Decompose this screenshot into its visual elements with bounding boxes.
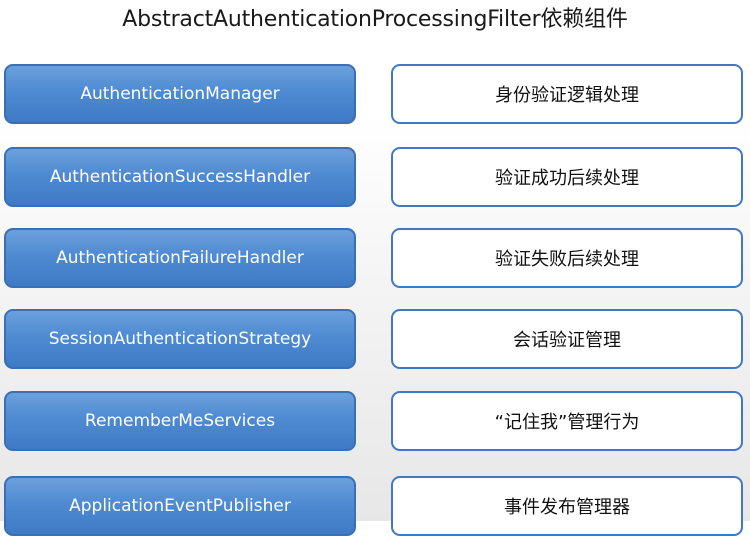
description-box: “记住我”管理行为 <box>391 391 743 451</box>
row-session-authentication-strategy: SessionAuthenticationStrategy 会话验证管理 <box>0 309 750 373</box>
description-box: 会话验证管理 <box>391 309 743 369</box>
component-box: RememberMeServices <box>4 391 356 451</box>
row-application-event-publisher: ApplicationEventPublisher 事件发布管理器 <box>0 476 750 540</box>
description-box: 验证成功后续处理 <box>391 147 743 207</box>
component-box: SessionAuthenticationStrategy <box>4 309 356 369</box>
description-box: 验证失败后续处理 <box>391 228 743 288</box>
component-box: AuthenticationFailureHandler <box>4 228 356 288</box>
row-authentication-manager: AuthenticationManager 身份验证逻辑处理 <box>0 64 750 128</box>
component-box: AuthenticationSuccessHandler <box>4 147 356 207</box>
row-remember-me-services: RememberMeServices “记住我”管理行为 <box>0 391 750 455</box>
row-authentication-success-handler: AuthenticationSuccessHandler 验证成功后续处理 <box>0 147 750 211</box>
component-box: ApplicationEventPublisher <box>4 476 356 536</box>
component-box: AuthenticationManager <box>4 64 356 124</box>
description-box: 身份验证逻辑处理 <box>391 64 743 124</box>
description-box: 事件发布管理器 <box>391 476 743 536</box>
row-authentication-failure-handler: AuthenticationFailureHandler 验证失败后续处理 <box>0 228 750 292</box>
component-rows: AuthenticationManager 身份验证逻辑处理 Authentic… <box>0 0 750 536</box>
